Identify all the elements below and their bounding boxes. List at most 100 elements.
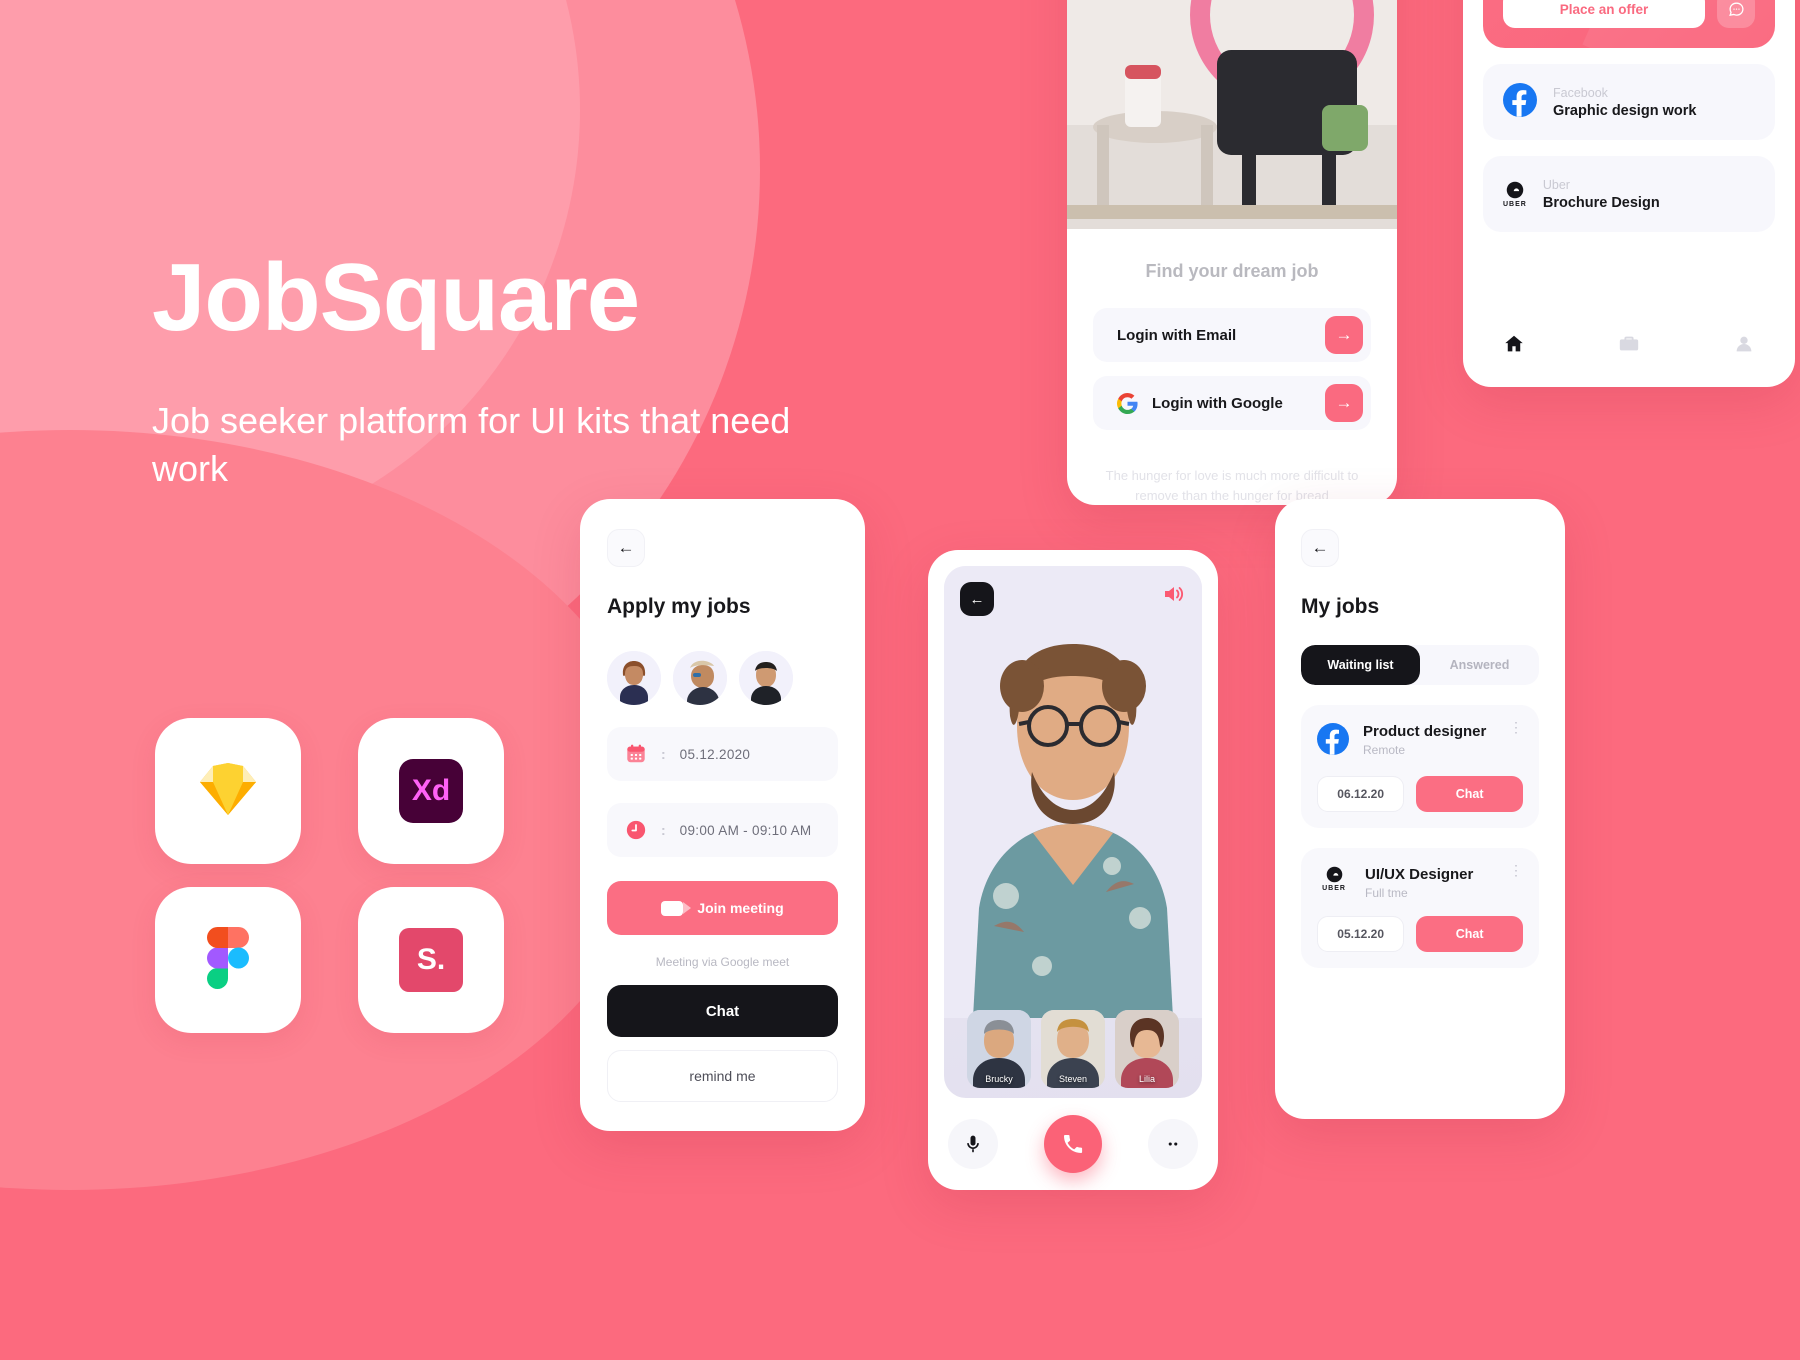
facebook-icon [1503,82,1537,122]
back-button[interactable]: ← [607,529,645,567]
kebab-menu-icon[interactable]: ⋮ [1509,863,1523,878]
my-job-subtitle: Full tme [1365,886,1408,900]
apply-jobs-title: Apply my jobs [607,595,751,618]
call-participant-thumbnails: Brucky Steven Lilia [944,1010,1202,1088]
job-company: Facebook [1553,85,1608,100]
avatar[interactable] [673,651,727,705]
back-button[interactable]: ← [960,582,994,616]
time-separator: : [661,822,666,838]
my-job-header: Product designer Remote ⋮ [1317,720,1523,760]
my-job-date[interactable]: 06.12.20 [1317,776,1405,812]
my-job-chat-button[interactable]: Chat [1416,776,1523,812]
back-button[interactable]: ← [1301,529,1339,567]
video-call-screen: ← Brucky Steven Lilia [928,550,1218,1190]
uber-icon: UBER [1317,866,1351,892]
meeting-time-row[interactable]: : 09:00 AM - 09:10 AM [607,803,838,857]
login-with-email-label: Login with Email [1117,326,1237,344]
my-jobs-tabs: Waiting list Answered [1301,645,1539,685]
person-icon[interactable] [1733,333,1755,360]
end-call-button[interactable] [1044,1115,1102,1173]
job-row-facebook[interactable]: Facebook Graphic design work [1483,64,1775,140]
calendar-icon [625,743,647,765]
join-meeting-button[interactable]: Join meeting [607,881,838,935]
login-heading: Find your dream job [1145,261,1319,281]
my-jobs-screen: ← My jobs Waiting list Answered Product … [1275,499,1565,1119]
participant-thumbnail[interactable]: Brucky [967,1010,1031,1088]
my-job-actions: 05.12.20 Chat [1317,916,1523,952]
chat-button[interactable]: Chat [607,985,838,1037]
meeting-date-row[interactable]: : 05.12.2020 [607,727,838,781]
job-role: Graphic design work [1553,102,1697,119]
my-job-title: UI/UX Designer [1365,866,1474,883]
remind-me-button[interactable]: remind me [607,1050,838,1102]
tool-tile-figma[interactable] [155,887,301,1033]
tool-tile-invision-studio[interactable]: S. [358,887,504,1033]
apply-jobs-screen: ← Apply my jobs : 05.12.2020: 09:00 AM … [580,499,865,1131]
call-controls [944,1098,1202,1190]
more-icon[interactable] [1148,1119,1198,1169]
video-camera-icon [661,900,692,916]
job-role: Brochure Design [1542,194,1660,211]
my-job-item: UBER UI/UX Designer Full tme ⋮ 05.12.20 … [1301,848,1539,968]
caller-photo [944,566,1202,1018]
meeting-time-value: 09:00 AM - 09:10 AM [679,822,812,838]
place-an-offer-button[interactable]: Place an offer [1503,0,1705,28]
arrow-left-icon: ← [617,538,635,557]
adobe-xd-label: Xd [411,774,451,807]
tool-tile-sketch[interactable] [155,718,301,864]
tab-answered[interactable]: Answered [1420,645,1539,685]
my-job-date[interactable]: 05.12.20 [1317,916,1405,952]
tool-tile-adobe-xd[interactable]: Xd [358,718,504,864]
adobe-xd-icon: Xd [399,759,463,823]
microphone-icon[interactable] [948,1119,998,1169]
login-hero-photo [1067,0,1397,229]
uber-icon: UBER [1503,181,1527,208]
my-job-title: Product designer [1363,723,1487,740]
arrow-right-icon[interactable]: → [1325,316,1363,354]
invision-studio-icon: S. [399,928,463,992]
bottom-tab-bar [1483,313,1775,387]
job-row-text: Uber Brochure Design [1543,178,1660,211]
sketch-icon [199,762,257,821]
participant-name: Lilia [1138,1074,1155,1084]
video-call-stage: ← Brucky Steven Lilia [944,566,1202,1098]
login-screen: Find your dream job Login with Email → L… [1067,0,1397,505]
offers-screen: Product designer Full time - Remote Plac… [1463,0,1795,387]
participant-name: Steven [1058,1074,1088,1084]
my-job-text: Product designer Remote [1363,723,1486,757]
clock-icon [625,819,647,841]
job-row-text: Facebook Graphic design work [1553,86,1696,119]
page-subtitle: Job seeker platform for UI kits that nee… [152,399,791,490]
meeting-provider-note: Meeting via Google meet [655,955,790,969]
my-jobs-title: My jobs [1301,595,1380,618]
facebook-icon [1317,723,1349,760]
my-job-chat-button[interactable]: Chat [1416,916,1523,952]
arrow-right-icon[interactable]: → [1325,384,1363,422]
login-with-google-label: Login with Google [1152,394,1283,412]
avatar[interactable] [739,651,793,705]
invision-studio-label: S. [416,943,446,976]
uber-wordmark: UBER [1503,200,1527,208]
job-row-uber[interactable]: UBER Uber Brochure Design [1483,156,1775,232]
avatar[interactable] [607,651,661,705]
login-with-google-row[interactable]: Login with Google → [1093,376,1371,430]
job-company: Uber [1542,177,1570,192]
page-title: JobSquare [152,244,640,351]
login-body: Find your dream job Login with Email → L… [1067,229,1397,505]
tab-waiting-list[interactable]: Waiting list [1301,645,1420,685]
featured-offer-actions: Place an offer [1503,0,1755,28]
home-icon[interactable] [1503,333,1525,360]
my-job-text: UI/UX Designer Full tme [1365,866,1473,900]
tool-icon-grid: Xd S. [155,718,521,1033]
login-with-email-row[interactable]: Login with Email → [1093,308,1371,362]
participant-thumbnail[interactable]: Lilia [1115,1010,1179,1088]
figma-icon [207,926,249,994]
briefcase-icon[interactable] [1618,333,1640,360]
featured-offer-card: Product designer Full time - Remote Plac… [1483,0,1775,48]
my-job-item: Product designer Remote ⋮ 06.12.20 Chat [1301,705,1539,828]
my-job-actions: 06.12.20 Chat [1317,776,1523,812]
chat-bubble-icon[interactable] [1717,0,1755,28]
kebab-menu-icon[interactable]: ⋮ [1509,720,1523,735]
speaker-icon[interactable] [1160,582,1186,611]
participant-thumbnail[interactable]: Steven [1041,1010,1105,1088]
